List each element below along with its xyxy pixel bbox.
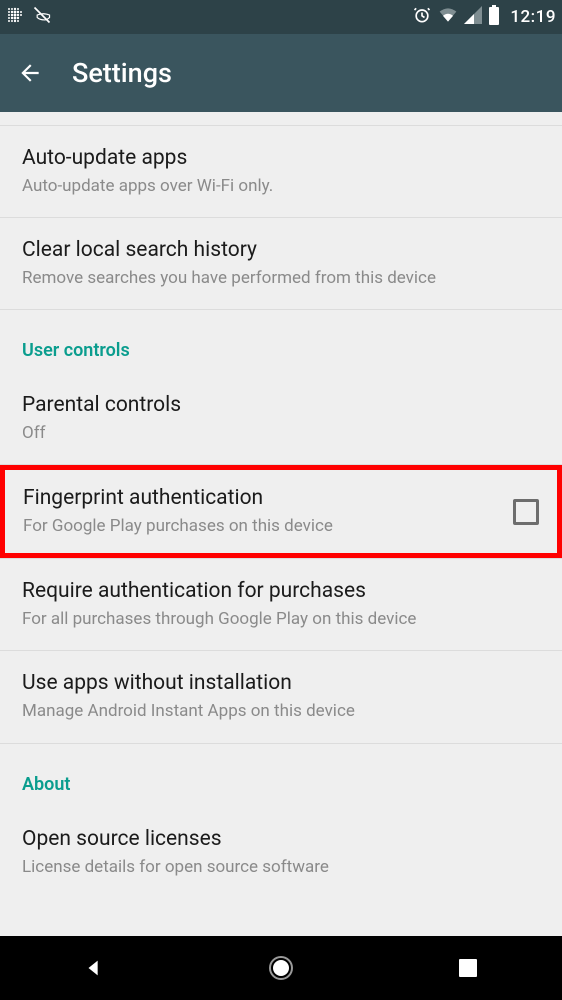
section-about: About [0, 744, 562, 807]
row-subtitle: Auto-update apps over Wi-Fi only. [22, 175, 540, 197]
row-require-auth[interactable]: Require authentication for purchases For… [0, 559, 562, 651]
row-title: Use apps without installation [22, 671, 540, 695]
status-time: 12:19 [510, 7, 556, 27]
nav-recents-button[interactable] [454, 954, 482, 982]
row-parental-controls[interactable]: Parental controls Off [0, 373, 562, 465]
row-subtitle: For Google Play purchases on this device [23, 515, 501, 537]
fitbit-icon [6, 6, 24, 29]
row-title: Require authentication for purchases [22, 579, 540, 603]
wifi-icon [438, 6, 458, 29]
row-subtitle: License details for open source software [22, 856, 540, 878]
row-clear-history[interactable]: Clear local search history Remove search… [0, 218, 562, 310]
cellular-icon [464, 6, 482, 29]
row-subtitle: Off [22, 422, 540, 444]
phone-mute-icon [32, 5, 52, 30]
page-title: Settings [72, 57, 172, 89]
alarm-icon [412, 5, 432, 30]
back-button[interactable] [16, 59, 44, 87]
status-bar: 12:19 [0, 0, 562, 34]
row-open-source-licenses[interactable]: Open source licenses License details for… [0, 807, 562, 898]
battery-icon [488, 5, 500, 30]
row-subtitle: Remove searches you have performed from … [22, 267, 540, 289]
row-title: Fingerprint authentication [23, 486, 501, 510]
nav-home-button[interactable] [267, 954, 295, 982]
settings-list: Auto-update apps Auto-update apps over W… [0, 112, 562, 898]
navigation-bar [0, 936, 562, 1000]
row-subtitle: For all purchases through Google Play on… [22, 608, 540, 630]
section-user-controls: User controls [0, 310, 562, 373]
app-bar: Settings [0, 34, 562, 112]
highlight-box: Fingerprint authentication For Google Pl… [0, 465, 562, 558]
row-subtitle: Manage Android Instant Apps on this devi… [22, 700, 540, 722]
row-title: Clear local search history [22, 238, 540, 262]
row-title: Parental controls [22, 393, 540, 417]
nav-back-button[interactable] [80, 954, 108, 982]
row-instant-apps[interactable]: Use apps without installation Manage And… [0, 651, 562, 743]
fingerprint-checkbox[interactable] [513, 499, 539, 525]
row-title: Open source licenses [22, 827, 540, 851]
partial-row-top [0, 112, 562, 126]
row-fingerprint-auth[interactable]: Fingerprint authentication For Google Pl… [5, 470, 557, 553]
row-title: Auto-update apps [22, 146, 540, 170]
row-auto-update[interactable]: Auto-update apps Auto-update apps over W… [0, 126, 562, 218]
